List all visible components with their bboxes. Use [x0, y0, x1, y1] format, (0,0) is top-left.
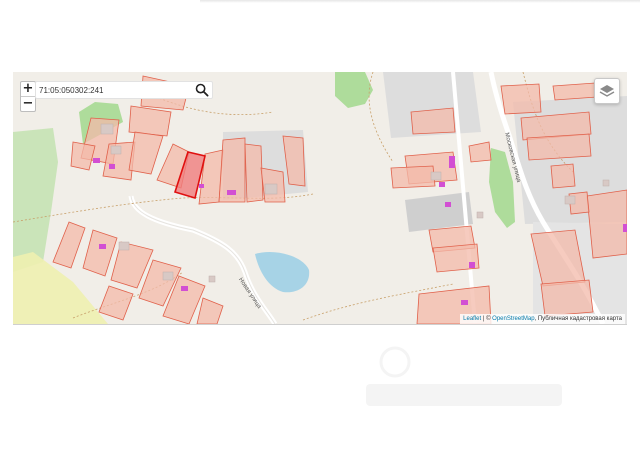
zoom-out-button[interactable]: − — [21, 96, 35, 111]
building — [602, 179, 610, 187]
cadastre-search-input[interactable] — [36, 82, 189, 98]
parcel[interactable] — [196, 297, 224, 324]
map-canvas[interactable] — [13, 72, 627, 324]
cadastre-marker[interactable] — [623, 224, 627, 232]
cadastre-marker[interactable] — [449, 156, 455, 168]
building — [208, 275, 216, 283]
watermark-graphic — [366, 346, 562, 406]
layers-icon — [599, 85, 615, 97]
cadastre-attribution: , Публичная кадастровая карта — [534, 316, 622, 322]
building — [110, 145, 122, 155]
map-attribution: Leaflet | © OpenStreetMap, Публичная кад… — [460, 314, 625, 324]
cadastre-marker[interactable] — [109, 164, 115, 169]
parcel[interactable] — [98, 285, 134, 321]
building — [476, 211, 484, 219]
cadastre-marker[interactable] — [445, 202, 451, 207]
building — [430, 171, 442, 181]
search-icon[interactable] — [195, 83, 209, 97]
cadastre-marker[interactable] — [439, 182, 445, 187]
cadastre-marker[interactable] — [461, 300, 468, 305]
attribution-separator: | © — [482, 316, 491, 322]
parcel[interactable] — [82, 229, 118, 277]
cadastre-marker[interactable] — [181, 286, 188, 291]
parcel[interactable] — [52, 221, 86, 269]
green-area-west — [13, 128, 58, 272]
cadastre-search — [35, 81, 213, 99]
parcel[interactable] — [550, 163, 576, 189]
parcel[interactable] — [128, 105, 172, 137]
cadastre-marker[interactable] — [227, 190, 236, 195]
parcel[interactable] — [410, 107, 456, 135]
building — [100, 123, 114, 135]
layers-button[interactable] — [594, 78, 620, 104]
cadastre-marker[interactable] — [93, 158, 100, 163]
cadastre-marker[interactable] — [199, 184, 204, 188]
parcel[interactable] — [540, 279, 594, 317]
cadastre-marker[interactable] — [99, 244, 106, 249]
pond — [255, 251, 310, 293]
parcel[interactable] — [586, 189, 627, 259]
parcel[interactable] — [526, 133, 592, 161]
parcel[interactable] — [390, 165, 436, 189]
parcel[interactable] — [128, 131, 164, 175]
osm-link[interactable]: OpenStreetMap — [492, 316, 534, 322]
parcel[interactable] — [244, 143, 264, 203]
map-container[interactable]: Новая улица Московская улица + − Leaflet… — [13, 72, 627, 325]
building — [564, 195, 576, 205]
green-area-top — [335, 72, 373, 108]
parcel[interactable] — [468, 141, 492, 163]
parcel[interactable] — [500, 83, 542, 115]
top-edge-strip — [200, 0, 640, 3]
building — [162, 271, 174, 281]
cadastre-marker[interactable] — [469, 262, 475, 268]
building — [118, 241, 130, 251]
leaflet-link[interactable]: Leaflet — [463, 316, 481, 322]
zoom-control: + − — [20, 81, 36, 112]
zoom-in-button[interactable]: + — [21, 82, 35, 96]
parcel[interactable] — [70, 141, 96, 171]
building — [264, 183, 278, 195]
